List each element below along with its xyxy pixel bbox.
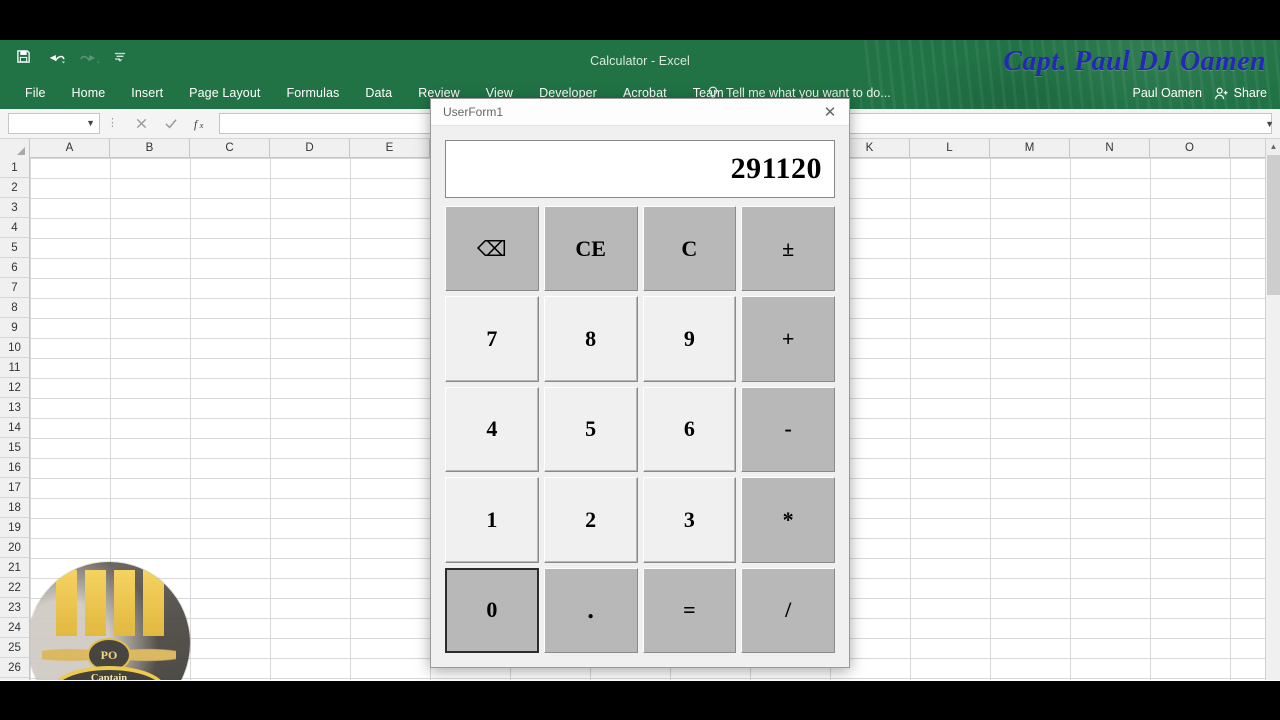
row-header-21[interactable]: 21 [0,558,30,578]
ribbon-tab-file[interactable]: File [12,79,59,107]
badge-stripe [114,570,135,636]
fx-icon[interactable]: fx [194,117,209,131]
cancel-x-icon[interactable] [135,117,148,130]
equals-key[interactable]: = [642,567,737,653]
signature-watermark: Capt. Paul DJ Oamen [1003,46,1266,77]
row-header-6[interactable]: 6 [0,258,30,278]
clear-key[interactable]: C [642,206,737,292]
digit-3-key[interactable]: 3 [642,477,737,563]
row-header-24[interactable]: 24 [0,618,30,638]
badge-stripe [56,570,77,636]
row-header-11[interactable]: 11 [0,358,30,378]
column-header-d[interactable]: D [270,139,350,158]
digit-7-key[interactable]: 7 [445,296,539,382]
decimal-key[interactable]: . [543,567,638,653]
svg-text:x: x [199,120,204,130]
digit-5-key[interactable]: 5 [543,386,638,473]
account-name[interactable]: Paul Oamen [1133,79,1202,107]
userform-dialog: UserForm1 ✕ 291120 ⌫ CE C ±7 8 9 +4 5 6- 1 2 3 * 0. = / [430,98,850,668]
row-header-19[interactable]: 19 [0,518,30,538]
row-header-12[interactable]: 12 [0,378,30,398]
row-header-22[interactable]: 22 [0,578,30,598]
chevron-down-icon[interactable]: ▼ [86,119,95,128]
ribbon-tab-page-layout[interactable]: Page Layout [176,79,273,107]
select-all-corner-icon[interactable] [0,139,30,158]
row-header-4[interactable]: 4 [0,218,30,238]
digit-2-key[interactable]: 2 [543,477,638,563]
row-header-18[interactable]: 18 [0,498,30,518]
svg-text:f: f [194,118,199,130]
divide-key[interactable]: / [741,567,835,653]
close-icon[interactable]: ✕ [815,100,845,124]
row-header-15[interactable]: 15 [0,438,30,458]
row-header-16[interactable]: 16 [0,458,30,478]
formula-bar-grip[interactable]: ⋮ [107,118,118,129]
row-header-5[interactable]: 5 [0,238,30,258]
column-header-m[interactable]: M [990,139,1070,158]
row-header-1[interactable]: 1 [0,158,30,178]
column-header-c[interactable]: C [190,139,270,158]
scroll-up-arrow-icon[interactable]: ▲ [1266,139,1280,154]
column-header-e[interactable]: E [350,139,430,158]
calculator-display[interactable]: 291120 [445,140,835,198]
badge-line-1: Captain [90,672,128,680]
userform-body: 291120 ⌫ CE C ±7 8 9 +4 5 6- 1 2 3 * 0. = / [431,126,849,667]
row-header-23[interactable]: 23 [0,598,30,618]
ribbon-tab-formulas[interactable]: Formulas [273,79,352,107]
row-header-26[interactable]: 26 [0,658,30,678]
digit-8-key[interactable]: 8 [543,296,638,382]
name-box[interactable]: ▼ [8,113,100,134]
share-button[interactable]: Share [1207,81,1274,105]
letterbox-bottom [0,681,1280,720]
row-header-27[interactable]: 27 [0,678,30,680]
column-header-a[interactable]: A [30,139,110,158]
ribbon-tab-insert[interactable]: Insert [118,79,176,107]
column-header-n[interactable]: N [1070,139,1150,158]
vertical-scrollbar-thumb[interactable] [1267,155,1280,295]
row-header-2[interactable]: 2 [0,178,30,198]
vertical-scrollbar[interactable]: ▲ [1265,139,1280,680]
digit-0-key[interactable]: 0 [445,567,539,653]
letterbox-top [0,0,1280,40]
confirm-check-icon[interactable] [164,117,178,130]
row-header-13[interactable]: 13 [0,398,30,418]
add-key[interactable]: + [741,296,835,382]
ribbon-tab-data[interactable]: Data [352,79,405,107]
sign-toggle-key[interactable]: ± [741,206,835,292]
row-header-10[interactable]: 10 [0,338,30,358]
multiply-key[interactable]: * [741,477,835,563]
row-header-14[interactable]: 14 [0,418,30,438]
digit-9-key[interactable]: 9 [642,296,737,382]
clear-entry-key[interactable]: CE [543,206,638,292]
row-header-17[interactable]: 17 [0,478,30,498]
formula-bar-icon-group: fx [125,113,219,134]
share-label: Share [1233,86,1267,100]
expand-formula-bar-icon[interactable]: ▼ [1265,119,1274,129]
digit-4-key[interactable]: 4 [445,386,539,473]
screen: Calculator - Excel Capt. Paul DJ Oamen F… [0,0,1280,720]
digit-1-key[interactable]: 1 [445,477,539,563]
column-header-b[interactable]: B [110,139,190,158]
badge-stripe [143,570,164,636]
column-header-l[interactable]: L [910,139,990,158]
person-add-icon [1214,86,1229,101]
row-header-20[interactable]: 20 [0,538,30,558]
badge-stripes [56,570,164,636]
row-header-9[interactable]: 9 [0,318,30,338]
userform-title: UserForm1 [443,105,504,119]
row-header-8[interactable]: 8 [0,298,30,318]
badge-stripe [85,570,106,636]
row-header-7[interactable]: 7 [0,278,30,298]
row-header-3[interactable]: 3 [0,198,30,218]
row-header-25[interactable]: 25 [0,638,30,658]
row-headers: 1 2 3 4 5 6 7 8 9 10 11 12 13 14 15 16 17 18 19 20 21 22 23 24 2… [0,158,30,680]
calculator-keypad: ⌫ CE C ±7 8 9 +4 5 6- 1 2 3 * 0. = / [445,206,835,653]
userform-title-bar[interactable]: UserForm1 ✕ [431,99,849,126]
backspace-key[interactable]: ⌫ [445,206,539,292]
digit-6-key[interactable]: 6 [642,386,737,473]
ribbon-tab-home[interactable]: Home [59,79,119,107]
column-header-o[interactable]: O [1150,139,1230,158]
subtract-key[interactable]: - [741,386,835,473]
